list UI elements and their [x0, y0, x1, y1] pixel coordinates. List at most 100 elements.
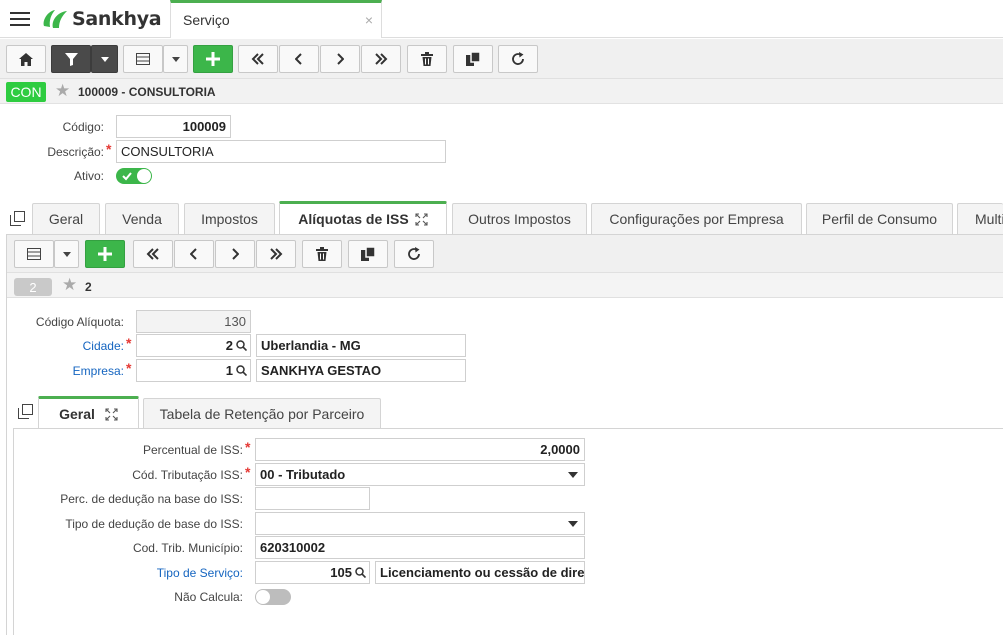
chevron-down-icon — [100, 56, 109, 62]
tab-aliquotas-iss[interactable]: Alíquotas de ISS — [279, 201, 447, 234]
search-icon[interactable] — [355, 567, 366, 578]
sub-add-button[interactable] — [85, 240, 125, 268]
prev-icon — [295, 53, 302, 65]
sub-grid-view-button[interactable] — [14, 240, 54, 268]
percentual-iss-label: Percentual de ISS: — [142, 443, 243, 457]
grid-icon — [136, 53, 150, 65]
sub-delete-button[interactable] — [302, 240, 342, 268]
codigo-field[interactable]: 100009 — [116, 115, 231, 138]
tipo-deducao-select[interactable] — [255, 512, 585, 535]
sub-last-record-button[interactable] — [256, 240, 296, 268]
sub-grid-dropdown-button[interactable] — [54, 240, 79, 268]
expand-icon[interactable] — [415, 212, 428, 226]
subtab-geral[interactable]: Geral — [38, 396, 139, 429]
menu-icon[interactable] — [10, 12, 30, 26]
clone-icon[interactable] — [18, 404, 33, 419]
chevron-down-icon — [62, 251, 71, 257]
next-record-button[interactable] — [320, 45, 360, 73]
descricao-field[interactable]: CONSULTORIA — [116, 140, 446, 163]
cidade-code-field[interactable]: 2 — [136, 334, 251, 357]
home-button[interactable] — [6, 45, 46, 73]
plus-icon — [206, 52, 220, 66]
search-icon[interactable] — [236, 365, 247, 376]
refresh-icon — [408, 247, 420, 260]
chevron-down-icon — [568, 521, 578, 527]
cidade-name-field: Uberlandia - MG — [256, 334, 466, 357]
sub-duplicate-button[interactable] — [348, 240, 388, 268]
nao-calcula-label: Não Calcula: — [174, 590, 243, 604]
window-tab-servico[interactable]: Serviço × — [170, 0, 382, 38]
subtab-tabela-retencao[interactable]: Tabela de Retenção por Parceiro — [143, 398, 381, 429]
first-icon — [251, 53, 264, 65]
star-icon[interactable]: ★ — [55, 81, 70, 101]
sub-record-badge: 2 — [14, 278, 52, 296]
tab-venda[interactable]: Venda — [105, 203, 179, 234]
grid-view-button[interactable] — [123, 45, 163, 73]
percentual-iss-field[interactable]: 2,0000 — [255, 438, 585, 461]
required-mark: * — [126, 360, 132, 376]
tipo-servico-name-field: Licenciamento ou cessão de direito — [375, 561, 585, 584]
trash-icon — [316, 247, 328, 261]
filter-button[interactable] — [51, 45, 91, 73]
trash-icon — [421, 52, 433, 66]
tab-perfil-consumo[interactable]: Perfil de Consumo — [806, 203, 953, 234]
sub-record-title: 2 — [85, 280, 92, 294]
empresa-label[interactable]: Empresa: — [0, 364, 124, 378]
codigo-label: Código: — [62, 120, 104, 134]
ativo-label: Ativo: — [73, 169, 104, 183]
nao-calcula-toggle[interactable] — [255, 589, 291, 605]
tipo-deducao-label: Tipo de dedução de base do ISS: — [65, 517, 243, 531]
add-button[interactable] — [193, 45, 233, 73]
ativo-toggle[interactable] — [116, 168, 152, 184]
refresh-icon — [512, 52, 524, 65]
star-icon[interactable]: ★ — [62, 275, 77, 295]
empresa-name-field: SANKHYA GESTAO — [256, 359, 466, 382]
record-type-badge: CON — [6, 82, 46, 102]
filter-dropdown-button[interactable] — [91, 45, 118, 73]
expand-icon[interactable] — [105, 407, 118, 421]
cod-trib-municipio-field[interactable]: 620310002 — [255, 536, 585, 559]
perc-deducao-label: Perc. de dedução na base do ISS: — [60, 492, 243, 506]
cod-tributacao-select[interactable]: 00 - Tributado — [255, 463, 585, 486]
next-icon — [337, 53, 344, 65]
tipo-servico-label[interactable]: Tipo de Serviço: — [0, 566, 243, 580]
tab-configuracoes-empresa[interactable]: Configurações por Empresa — [591, 203, 802, 234]
empresa-code-field[interactable]: 1 — [136, 359, 251, 382]
required-mark: * — [106, 141, 112, 157]
close-icon[interactable]: × — [365, 12, 373, 28]
sub-next-record-button[interactable] — [215, 240, 255, 268]
search-icon[interactable] — [236, 340, 247, 351]
cod-tributacao-label: Cód. Tributação ISS: — [132, 468, 243, 482]
app-logo: Sankhya — [40, 8, 162, 30]
codigo-aliquota-field[interactable]: 130 — [136, 310, 251, 333]
sankhya-logo-icon — [43, 10, 67, 28]
clone-icon[interactable] — [10, 211, 25, 226]
perc-deducao-field[interactable] — [255, 487, 370, 510]
cod-trib-municipio-label: Cod. Trib. Município: — [132, 541, 243, 555]
delete-button[interactable] — [407, 45, 447, 73]
tipo-servico-code-field[interactable]: 105 — [255, 561, 370, 584]
sub-first-record-button[interactable] — [133, 240, 173, 268]
copy-icon — [361, 247, 375, 261]
prev-record-button[interactable] — [279, 45, 319, 73]
cidade-label[interactable]: Cidade: — [0, 339, 124, 353]
last-icon — [270, 248, 283, 260]
first-record-button[interactable] — [238, 45, 278, 73]
grid-dropdown-button[interactable] — [163, 45, 188, 73]
copy-icon — [466, 52, 480, 66]
next-icon — [232, 248, 239, 260]
codigo-aliquota-label: Código Alíquota: — [35, 315, 124, 329]
plus-icon — [98, 247, 112, 261]
sub-prev-record-button[interactable] — [174, 240, 214, 268]
last-record-button[interactable] — [361, 45, 401, 73]
duplicate-button[interactable] — [453, 45, 493, 73]
logo-text: Sankhya — [72, 8, 162, 30]
refresh-button[interactable] — [498, 45, 538, 73]
tab-outros-impostos[interactable]: Outros Impostos — [452, 203, 587, 234]
chevron-down-icon — [171, 56, 180, 62]
first-icon — [146, 248, 159, 260]
tab-impostos[interactable]: Impostos — [184, 203, 275, 234]
sub-refresh-button[interactable] — [394, 240, 434, 268]
tab-multi[interactable]: Multi — [957, 203, 1003, 234]
tab-geral[interactable]: Geral — [32, 203, 100, 234]
